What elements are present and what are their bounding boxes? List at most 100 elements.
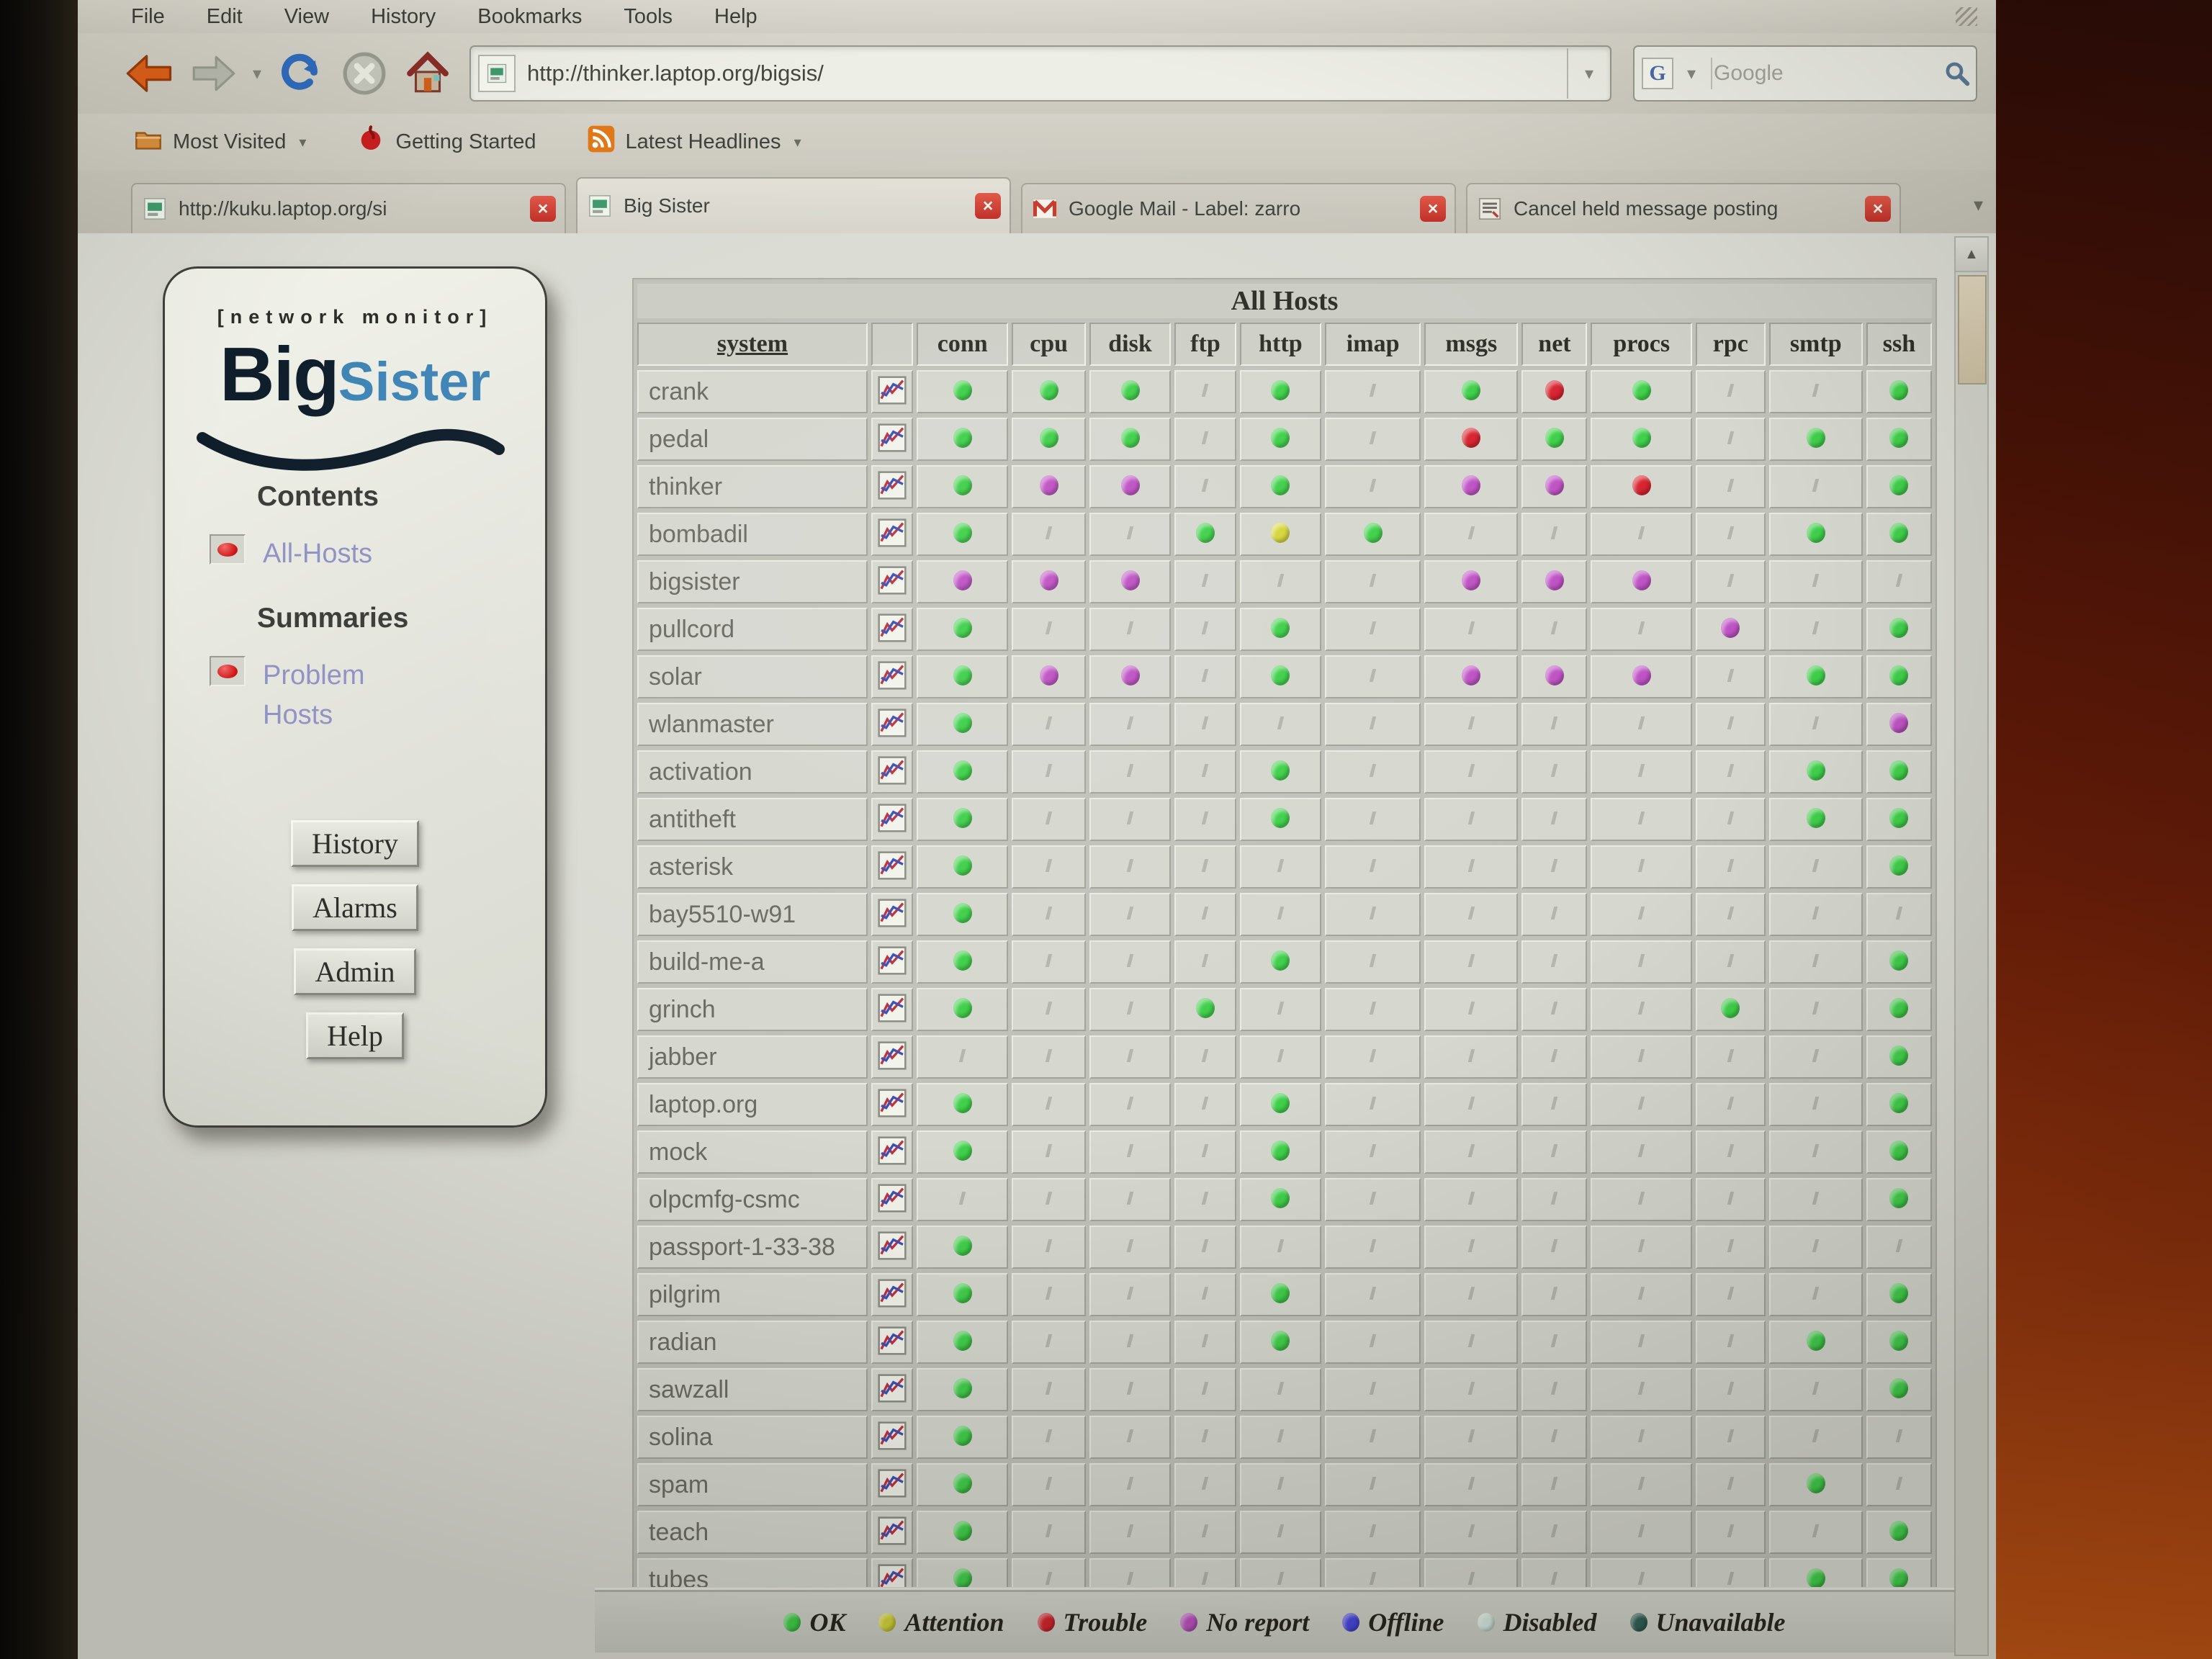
alarms-button[interactable]: Alarms xyxy=(292,884,418,931)
graph-icon[interactable] xyxy=(878,1204,907,1216)
status-dot-ok[interactable] xyxy=(953,903,972,923)
status-dot-ok[interactable] xyxy=(1271,808,1290,828)
status-dot-ok[interactable] xyxy=(1889,1046,1908,1066)
problem-hosts-link[interactable]: Problem Hosts xyxy=(263,656,400,735)
tab-2[interactable]: Big Sister× xyxy=(576,177,1011,233)
status-dot-ok[interactable] xyxy=(1889,950,1908,971)
graph-icon[interactable] xyxy=(878,824,907,836)
status-dot-ok[interactable] xyxy=(1271,665,1290,685)
status-dot-ok[interactable] xyxy=(1889,380,1908,400)
graph-icon[interactable] xyxy=(878,871,907,884)
status-dot-ok[interactable] xyxy=(1889,1093,1908,1113)
status-dot-ok[interactable] xyxy=(1889,1188,1908,1208)
status-dot-noreport[interactable] xyxy=(1462,570,1480,590)
graph-icon[interactable] xyxy=(878,1061,907,1074)
status-dot-ok[interactable] xyxy=(1632,428,1651,448)
system-column-header[interactable]: system xyxy=(637,323,868,366)
graph-icon[interactable] xyxy=(878,1109,907,1121)
status-dot-noreport[interactable] xyxy=(953,570,972,590)
menu-edit[interactable]: Edit xyxy=(207,5,243,29)
status-dot-attention[interactable] xyxy=(1271,523,1290,543)
graph-icon[interactable] xyxy=(878,396,907,408)
status-dot-ok[interactable] xyxy=(953,1141,972,1161)
status-dot-ok[interactable] xyxy=(1889,523,1908,543)
status-dot-ok[interactable] xyxy=(1040,428,1058,448)
status-dot-ok[interactable] xyxy=(1271,380,1290,400)
status-dot-ok[interactable] xyxy=(953,808,972,828)
status-dot-ok[interactable] xyxy=(1271,428,1290,448)
search-input[interactable] xyxy=(1712,60,1938,86)
status-dot-noreport[interactable] xyxy=(1040,475,1058,495)
status-dot-ok[interactable] xyxy=(953,523,972,543)
history-button[interactable]: History xyxy=(291,820,419,867)
bookmark-item-most-visited[interactable]: Most Visited▾ xyxy=(134,125,306,159)
status-bullet-icon[interactable] xyxy=(210,534,246,565)
status-dot-ok[interactable] xyxy=(1196,998,1215,1018)
status-dot-ok[interactable] xyxy=(1271,1093,1290,1113)
status-dot-ok[interactable] xyxy=(953,1568,972,1588)
search-engine-caret-icon[interactable]: ▾ xyxy=(1679,63,1704,84)
status-dot-ok[interactable] xyxy=(1889,475,1908,495)
menu-help[interactable]: Help xyxy=(714,5,757,29)
graph-icon[interactable] xyxy=(878,1251,907,1264)
status-dot-ok[interactable] xyxy=(953,1093,972,1113)
history-dropdown-icon[interactable]: ▾ xyxy=(245,63,269,84)
status-dot-ok[interactable] xyxy=(1721,998,1740,1018)
status-dot-ok[interactable] xyxy=(953,950,972,971)
status-dot-ok[interactable] xyxy=(1271,1141,1290,1161)
status-dot-ok[interactable] xyxy=(1889,618,1908,638)
status-bullet-icon[interactable] xyxy=(210,656,246,686)
back-button[interactable] xyxy=(118,42,181,105)
all-hosts-link[interactable]: All-Hosts xyxy=(263,534,372,574)
status-dot-ok[interactable] xyxy=(1632,380,1651,400)
status-dot-ok[interactable] xyxy=(1889,1568,1908,1588)
all-hosts-link-row[interactable]: All-Hosts xyxy=(210,534,545,574)
status-dot-ok[interactable] xyxy=(1271,1188,1290,1208)
help-button[interactable]: Help xyxy=(306,1012,404,1059)
status-dot-ok[interactable] xyxy=(1807,1568,1825,1588)
status-dot-ok[interactable] xyxy=(1807,665,1825,685)
graph-icon[interactable] xyxy=(878,776,907,788)
status-dot-ok[interactable] xyxy=(1271,1331,1290,1351)
admin-button[interactable]: Admin xyxy=(294,948,415,995)
graph-icon[interactable] xyxy=(878,1299,907,1311)
status-dot-noreport[interactable] xyxy=(1121,475,1140,495)
status-dot-ok[interactable] xyxy=(953,618,972,638)
status-dot-noreport[interactable] xyxy=(1721,618,1740,638)
status-dot-noreport[interactable] xyxy=(1889,713,1908,733)
graph-icon[interactable] xyxy=(878,491,907,503)
status-dot-ok[interactable] xyxy=(1121,428,1140,448)
graph-icon[interactable] xyxy=(878,1442,907,1454)
status-dot-ok[interactable] xyxy=(1271,1283,1290,1303)
status-dot-ok[interactable] xyxy=(953,475,972,495)
graph-icon[interactable] xyxy=(878,1014,907,1026)
status-dot-noreport[interactable] xyxy=(1040,665,1058,685)
status-dot-ok[interactable] xyxy=(1807,808,1825,828)
status-dot-ok[interactable] xyxy=(953,1283,972,1303)
status-dot-noreport[interactable] xyxy=(1632,665,1651,685)
menu-file[interactable]: File xyxy=(131,5,165,29)
graph-icon[interactable] xyxy=(878,539,907,551)
menu-history[interactable]: History xyxy=(371,5,436,29)
status-dot-ok[interactable] xyxy=(1545,428,1564,448)
url-text[interactable]: http://thinker.laptop.org/bigsis/ xyxy=(527,60,1567,86)
status-dot-ok[interactable] xyxy=(1462,380,1480,400)
status-dot-ok[interactable] xyxy=(953,380,972,400)
graph-icon[interactable] xyxy=(878,634,907,646)
status-dot-ok[interactable] xyxy=(953,1521,972,1541)
graph-icon[interactable] xyxy=(878,1489,907,1501)
status-dot-ok[interactable] xyxy=(1889,760,1908,781)
forward-button[interactable] xyxy=(181,42,245,105)
graph-icon[interactable] xyxy=(878,1584,907,1588)
status-dot-ok[interactable] xyxy=(1807,760,1825,781)
tab-4[interactable]: Cancel held message posting× xyxy=(1466,183,1901,233)
status-dot-ok[interactable] xyxy=(1364,523,1382,543)
status-dot-ok[interactable] xyxy=(1271,950,1290,971)
graph-icon[interactable] xyxy=(878,586,907,598)
status-dot-ok[interactable] xyxy=(1889,1331,1908,1351)
status-dot-ok[interactable] xyxy=(953,665,972,685)
status-dot-ok[interactable] xyxy=(953,1426,972,1446)
stop-button[interactable] xyxy=(333,42,396,105)
status-dot-ok[interactable] xyxy=(1121,380,1140,400)
status-dot-ok[interactable] xyxy=(1807,1331,1825,1351)
